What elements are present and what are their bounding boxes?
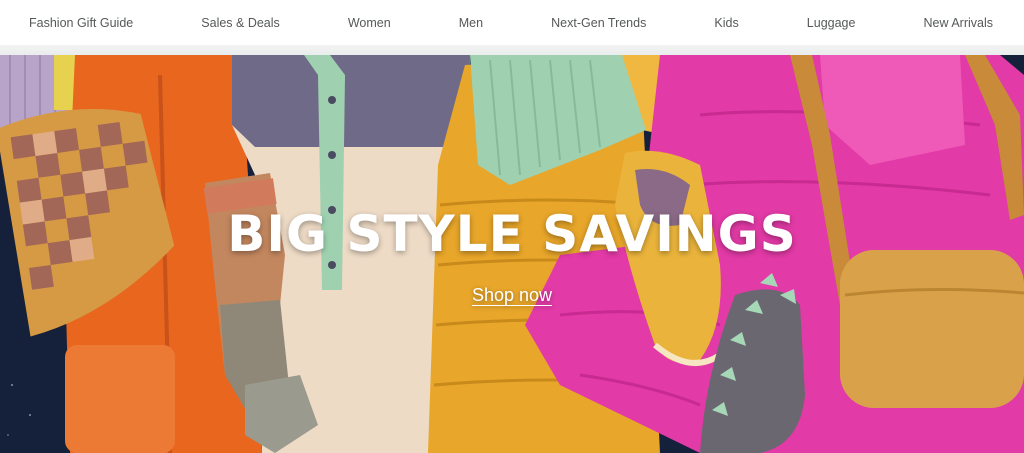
nav-item-next-gen-trends[interactable]: Next-Gen Trends (551, 16, 646, 30)
nav-item-sales-deals[interactable]: Sales & Deals (201, 16, 280, 30)
nav-item-kids[interactable]: Kids (714, 16, 738, 30)
category-nav: Fashion Gift Guide Sales & Deals Women M… (0, 0, 1024, 45)
hero-title: BIG STYLE SAVINGS (227, 205, 797, 263)
nav-divider (0, 45, 1024, 55)
nav-item-men[interactable]: Men (459, 16, 483, 30)
nav-item-new-arrivals[interactable]: New Arrivals (924, 16, 993, 30)
nav-item-women[interactable]: Women (348, 16, 391, 30)
hero-cta-wrapper: Shop now (0, 285, 1024, 306)
shop-now-link[interactable]: Shop now (472, 285, 552, 305)
nav-item-fashion-gift-guide[interactable]: Fashion Gift Guide (29, 16, 133, 30)
hero-banner[interactable]: BIG STYLE SAVINGS Shop now (0, 55, 1024, 453)
nav-item-luggage[interactable]: Luggage (807, 16, 856, 30)
